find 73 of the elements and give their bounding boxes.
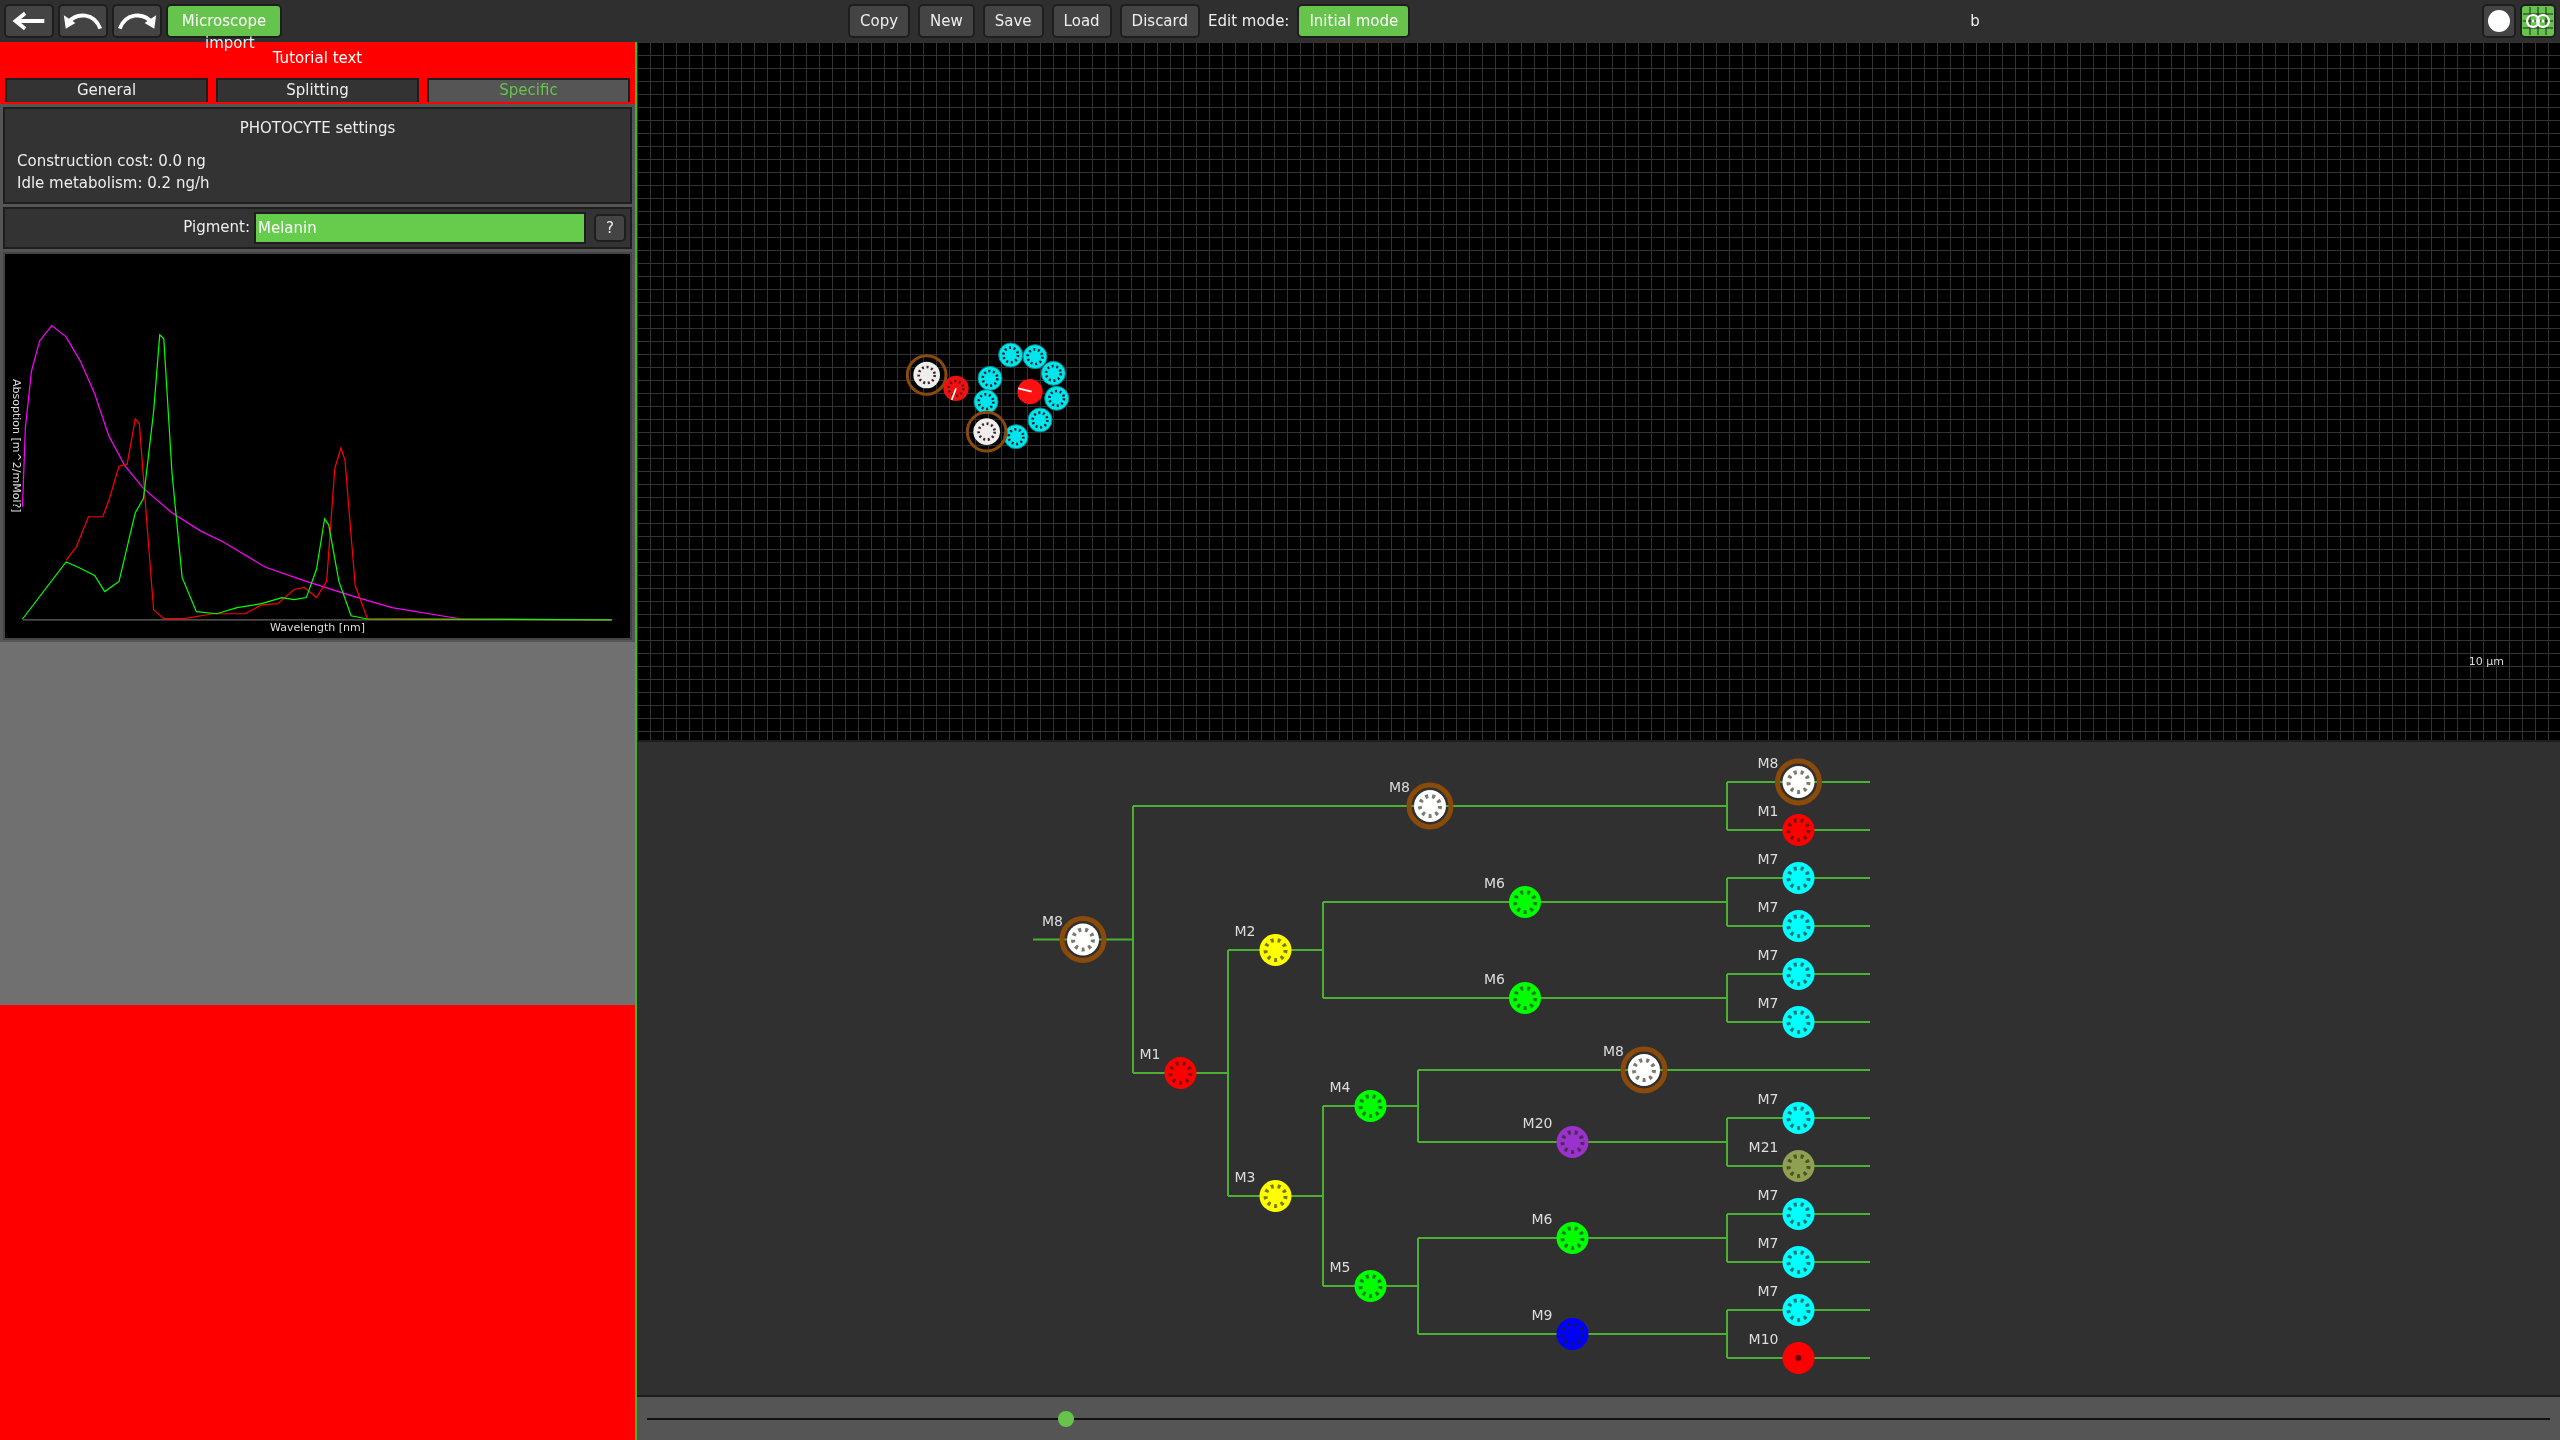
settings-title: PHOTOCYTE settings: [238, 118, 397, 139]
cell-node[interactable]: [1509, 886, 1541, 918]
action-button[interactable]: Discard: [1119, 4, 1200, 38]
cell-label: M9: [1531, 1307, 1553, 1323]
cell-label: M1: [1139, 1046, 1161, 1062]
cell-node[interactable]: [1259, 934, 1292, 966]
cell-label: M7: [1757, 1091, 1779, 1107]
undo-button[interactable]: [58, 4, 108, 38]
cell-node[interactable]: [1782, 1102, 1815, 1134]
microscope-view[interactable]: 10 µm: [637, 42, 2560, 742]
pigment-label: Pigment:: [183, 217, 250, 239]
cell-label: M7: [1757, 1283, 1779, 1299]
tab[interactable]: General: [5, 78, 208, 102]
settings-text: Idle metabolism: 0.2 ng/h: [17, 172, 211, 194]
cell-node[interactable]: [1782, 1198, 1815, 1230]
cell-label: M8: [1389, 779, 1410, 795]
cell-label: M8: [1757, 755, 1779, 771]
cell-node[interactable]: [1509, 982, 1541, 1014]
tab[interactable]: Splitting: [216, 78, 419, 102]
cell-node[interactable]: [1782, 1294, 1815, 1326]
cell-node[interactable]: [1782, 910, 1815, 942]
cell-label: M2: [1234, 923, 1256, 939]
cell-label: M5: [1329, 1259, 1351, 1275]
cell-node[interactable]: [1782, 862, 1815, 894]
cell-node[interactable]: [1556, 1126, 1589, 1158]
cell-label: M3: [1234, 1169, 1256, 1185]
cell-node[interactable]: [1556, 1318, 1589, 1350]
action-button[interactable]: Copy: [848, 4, 911, 38]
action-button[interactable]: Load: [1051, 4, 1112, 38]
axis-label: Wavelength [nm]: [269, 620, 366, 636]
redo-button[interactable]: [112, 4, 162, 38]
help-button[interactable]: ?: [594, 213, 626, 242]
cell-node[interactable]: [1354, 1270, 1387, 1302]
cell-label: M6: [1484, 971, 1505, 987]
color-button[interactable]: [2482, 4, 2516, 38]
cell-label: M7: [1757, 995, 1779, 1011]
cell-node[interactable]: [1556, 1222, 1589, 1254]
action-button[interactable]: New: [918, 4, 975, 38]
cell-label: M4: [1329, 1079, 1351, 1095]
cell-node[interactable]: [1259, 1180, 1292, 1212]
cell-label: M7: [1757, 947, 1779, 963]
action-button[interactable]: Save: [982, 4, 1044, 38]
back-button[interactable]: [4, 4, 54, 38]
cell-label: M8: [1603, 1043, 1624, 1059]
cell-node[interactable]: [1782, 958, 1815, 990]
cell-label: M7: [1757, 1235, 1779, 1251]
cell-label: M10: [1748, 1331, 1779, 1347]
slider-thumb[interactable]: [1057, 1410, 1074, 1427]
cell-node[interactable]: [1782, 814, 1815, 846]
view-toggle-button[interactable]: [2520, 4, 2556, 38]
grid-eyes-icon: [2523, 7, 2553, 35]
scale-label: 10 µm: [2468, 653, 2504, 670]
cell-node[interactable]: [1782, 1246, 1815, 1278]
cell-node[interactable]: [1164, 1057, 1197, 1089]
cell-label: M6: [1531, 1211, 1553, 1227]
cell-node[interactable]: [1782, 1342, 1815, 1374]
cell-label: M8: [1042, 912, 1063, 929]
cell-node[interactable]: [1354, 1090, 1387, 1122]
cell-label: M20: [1522, 1115, 1553, 1131]
cell-label: M6: [1484, 875, 1505, 891]
cell-label: M7: [1757, 899, 1779, 915]
cell-label: M1: [1757, 803, 1779, 819]
cell-node[interactable]: [1782, 1150, 1815, 1182]
circle-icon: [2487, 9, 2511, 33]
cell-label: M21: [1748, 1139, 1779, 1155]
cell-label: M7: [1757, 1187, 1779, 1203]
status-text: b: [1970, 10, 1980, 32]
settings-text: Construction cost: 0.0 ng: [17, 150, 207, 172]
cell-label: M7: [1757, 851, 1779, 867]
edit-mode-label: Edit mode:: [1208, 10, 1290, 32]
tutorial-text: Tutorial text: [272, 49, 363, 67]
axis-label: Absoption [m^2/mMol?]: [8, 378, 24, 513]
cell-node[interactable]: [1782, 1006, 1815, 1038]
